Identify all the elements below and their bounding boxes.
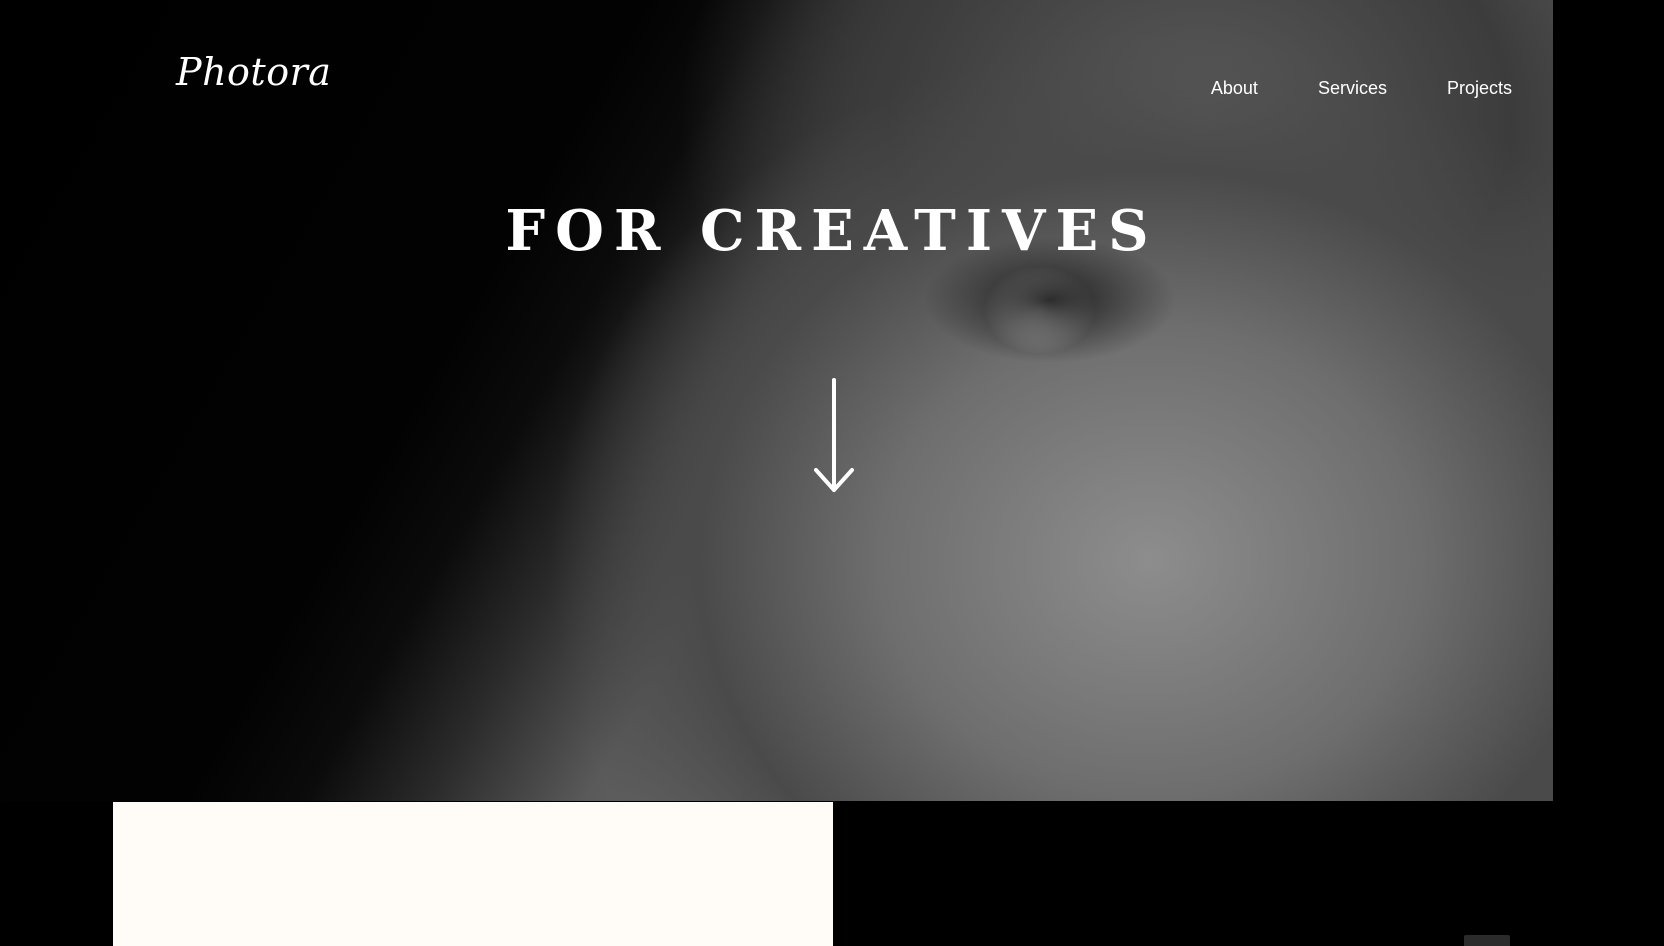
page: Photora About Services Projects FOR CREA… <box>0 0 1664 946</box>
nav-item-services[interactable]: Services <box>1318 78 1387 99</box>
hero-title: FOR CREATIVES <box>505 198 1159 264</box>
main-nav: About Services Projects <box>1211 78 1512 99</box>
nav-item-projects[interactable]: Projects <box>1447 78 1512 99</box>
arrow-down-icon[interactable] <box>812 378 856 496</box>
brand-logo[interactable]: Photora <box>176 50 331 94</box>
nav-item-about[interactable]: About <box>1211 78 1258 99</box>
hero-background-photo <box>0 0 1553 801</box>
corner-tab <box>1464 935 1510 946</box>
content-panel <box>113 802 833 946</box>
